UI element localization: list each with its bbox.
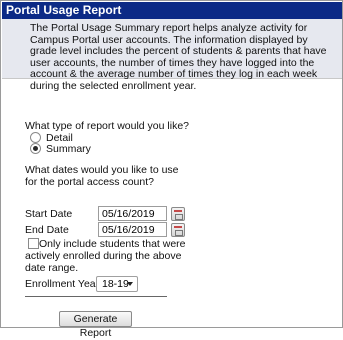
form-divider [25, 296, 167, 297]
enrollment-year-value: 18-19 [102, 278, 129, 290]
start-date-input[interactable] [98, 206, 167, 221]
end-date-label: End Date [25, 224, 69, 236]
report-type-question: What type of report would you like? [25, 120, 190, 132]
end-calendar-icon[interactable] [171, 223, 185, 237]
enrollment-year-label: Enrollment Year [25, 278, 100, 290]
summary-radio-label: Summary [46, 143, 91, 155]
enrollment-year-select[interactable]: 18-19 [96, 276, 138, 292]
end-date-input[interactable] [98, 222, 167, 237]
actively-enrolled-label: Only include students that were actively… [25, 238, 186, 274]
start-date-label: Start Date [25, 208, 73, 220]
generate-report-button[interactable]: Generate Report [59, 311, 132, 339]
dates-question: What dates would you like to use for the… [25, 164, 179, 188]
chevron-down-icon [127, 282, 133, 286]
report-form: What type of report would you like? Deta… [0, 0, 343, 339]
start-calendar-icon[interactable] [171, 207, 185, 221]
detail-radio[interactable] [30, 132, 41, 143]
summary-radio[interactable] [30, 143, 41, 154]
